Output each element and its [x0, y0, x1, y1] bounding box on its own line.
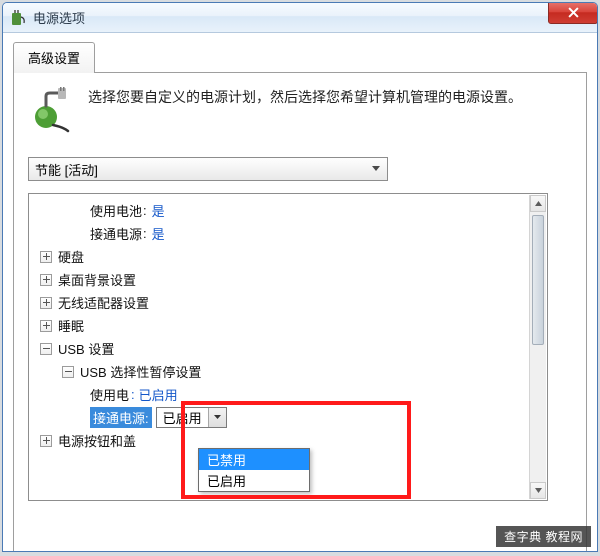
settings-tree[interactable]: 使用电池 : 是 接通电源 : 是 硬盘	[30, 195, 529, 499]
tree-row-usb[interactable]: USB 设置	[32, 337, 527, 360]
description-text: 选择您要自定义的电源计划，然后选择您希望计算机管理的电源设置。	[88, 87, 522, 133]
scrollbar[interactable]	[529, 195, 546, 499]
combo-popup: 已禁用 已启用	[198, 448, 310, 492]
scroll-thumb[interactable]	[532, 215, 544, 345]
close-icon	[568, 7, 579, 18]
chevron-down-icon	[367, 159, 385, 179]
power-icon	[9, 9, 27, 27]
client-area: 高级设置 选择您要自定义的电源计划，然后选择您希望计算机管理的电源设置。	[3, 33, 597, 552]
tree-row-desktop-bg[interactable]: 桌面背景设置	[32, 268, 527, 291]
row-label: 接通电源	[90, 224, 142, 243]
scroll-up-button[interactable]	[530, 195, 546, 212]
plan-select-value: 节能 [活动]	[35, 160, 98, 179]
expander-plus-icon[interactable]	[40, 251, 52, 263]
tree-row-ac-top[interactable]: 接通电源 : 是	[32, 222, 527, 245]
power-icon-large	[28, 87, 74, 133]
row-label: 使用电	[90, 385, 129, 404]
description-row: 选择您要自定义的电源计划，然后选择您希望计算机管理的电源设置。	[28, 87, 572, 133]
tab-advanced[interactable]: 高级设置	[13, 42, 95, 73]
expander-minus-icon[interactable]	[40, 343, 52, 355]
tree-row-battery-top[interactable]: 使用电池 : 是	[32, 199, 527, 222]
expander-plus-icon[interactable]	[40, 297, 52, 309]
close-button[interactable]	[548, 2, 598, 24]
scroll-down-button[interactable]	[530, 482, 546, 499]
combo-value: 已启用	[157, 408, 208, 427]
tree-row-hdd[interactable]: 硬盘	[32, 245, 527, 268]
row-value: 已启用	[139, 385, 178, 404]
combo-option-enabled[interactable]: 已启用	[199, 470, 309, 491]
row-value: 是	[152, 224, 165, 243]
settings-tree-container: 使用电池 : 是 接通电源 : 是 硬盘	[28, 193, 548, 501]
combo-option-disabled[interactable]: 已禁用	[199, 449, 309, 470]
expander-plus-icon[interactable]	[40, 320, 52, 332]
value-combo[interactable]: 已启用	[156, 407, 227, 428]
window-title: 电源选项	[33, 8, 85, 27]
row-label-selected: 接通电源:	[90, 407, 152, 428]
titlebar: 电源选项	[3, 3, 597, 33]
plan-select[interactable]: 节能 [活动]	[28, 157, 388, 181]
tree-row-usb-ac[interactable]: 接通电源: 已启用	[32, 406, 527, 429]
chevron-down-icon	[535, 488, 542, 493]
tab-panel: 选择您要自定义的电源计划，然后选择您希望计算机管理的电源设置。 节能 [活动] …	[13, 72, 587, 552]
expander-minus-icon[interactable]	[62, 366, 74, 378]
expander-plus-icon[interactable]	[40, 274, 52, 286]
row-value: 是	[152, 201, 165, 220]
tree-row-wireless[interactable]: 无线适配器设置	[32, 291, 527, 314]
tree-row-usb-battery[interactable]: 使用电 : 已启用	[32, 383, 527, 406]
chevron-down-icon[interactable]	[208, 408, 226, 427]
tabstrip: 高级设置	[13, 41, 587, 72]
tree-row-sleep[interactable]: 睡眠	[32, 314, 527, 337]
power-options-window: 电源选项 高级设置	[2, 2, 598, 552]
expander-plus-icon[interactable]	[40, 435, 52, 447]
chevron-up-icon	[535, 201, 542, 206]
watermark: 查字典 教程网	[496, 526, 591, 547]
row-label: 使用电池	[90, 201, 142, 220]
tree-row-usb-selective[interactable]: USB 选择性暂停设置	[32, 360, 527, 383]
